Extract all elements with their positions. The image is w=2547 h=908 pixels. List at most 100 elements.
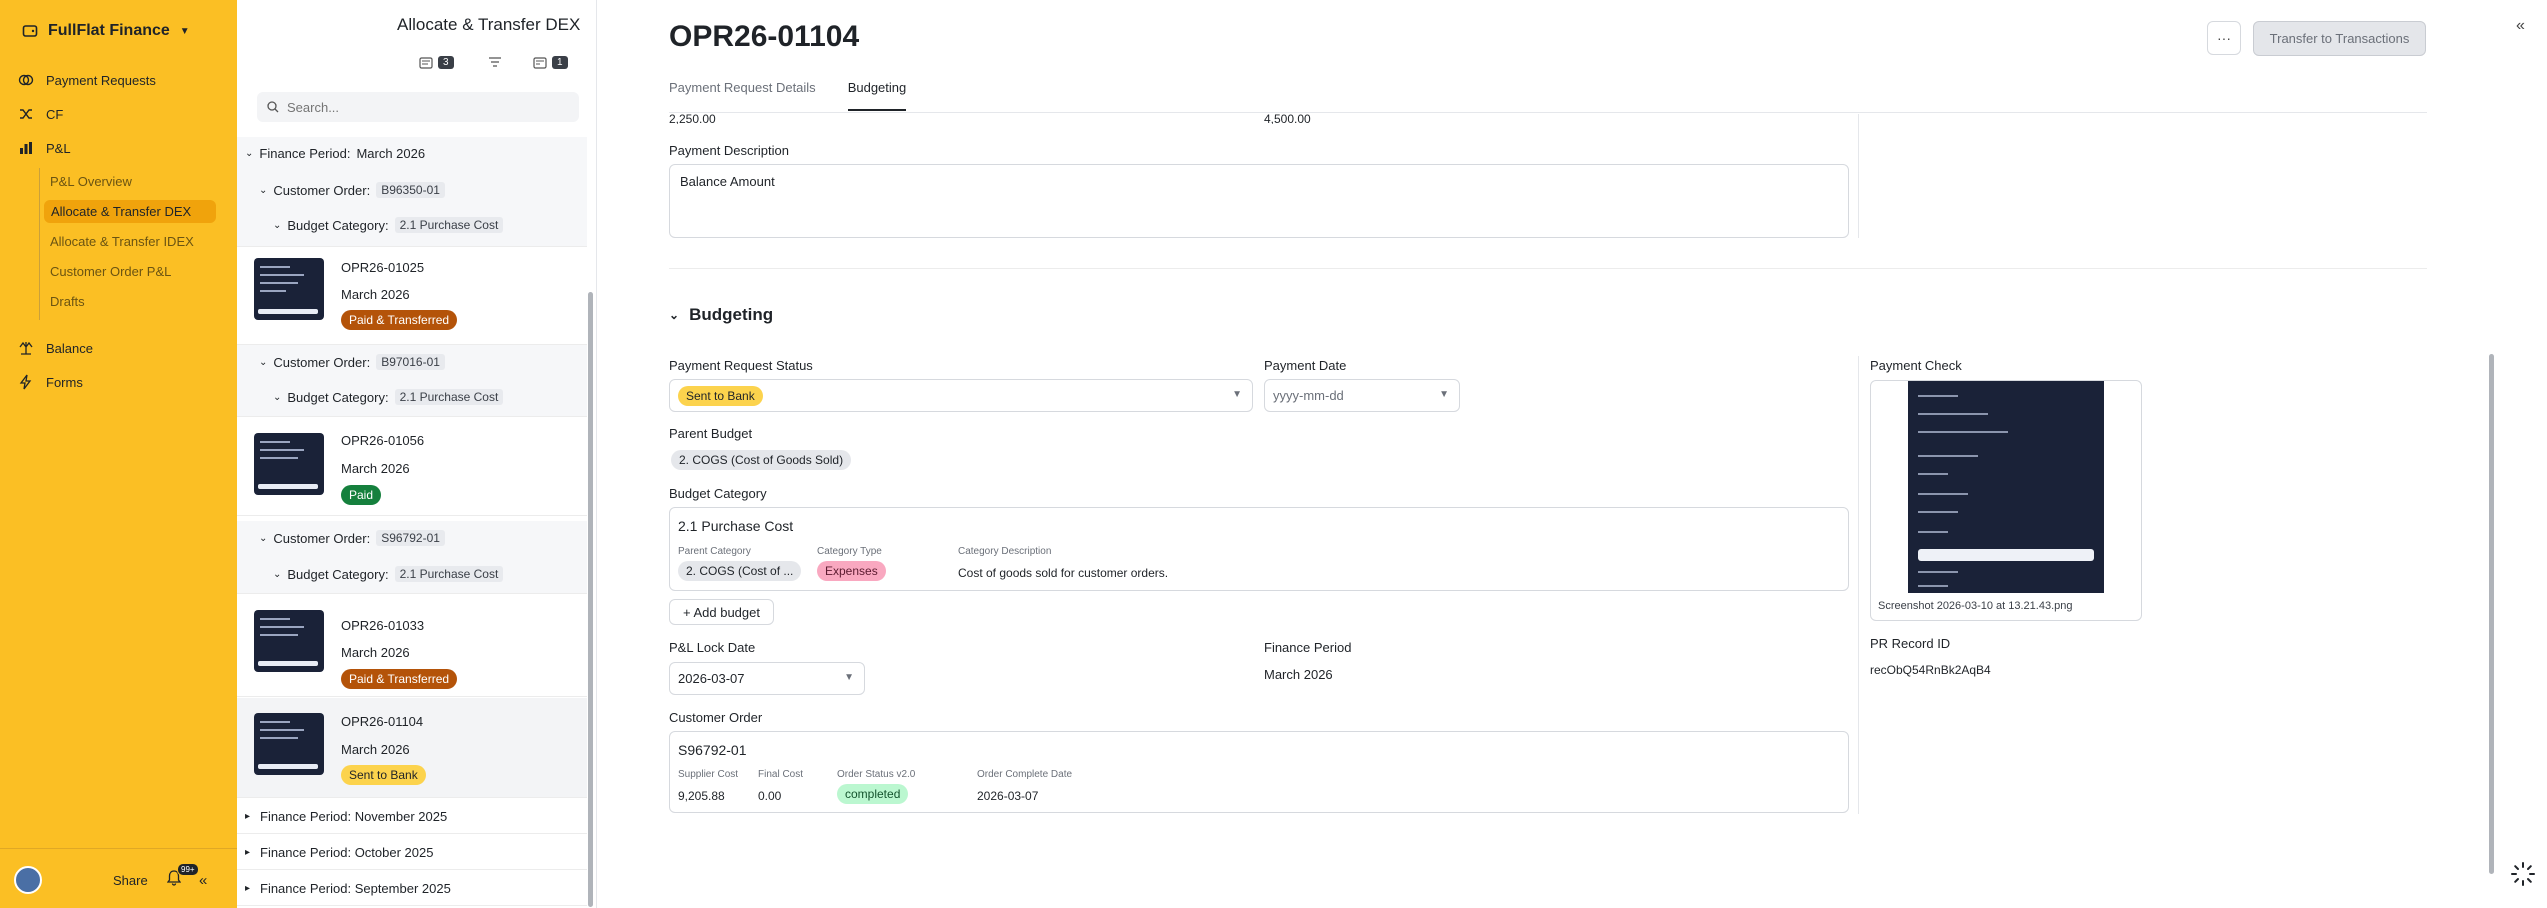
subnav-customer-order-pl[interactable]: Customer Order P&L — [50, 264, 171, 279]
customer-order-card[interactable]: S96792-01 Supplier Cost 9,205.88 Final C… — [669, 731, 1849, 813]
category-description: Cost of goods sold for customer orders. — [958, 566, 1169, 580]
group-budget-category[interactable]: ⌄ Budget Category: 2.1 Purchase Cost — [273, 217, 504, 233]
record-id: OPR26-01033 — [341, 618, 425, 633]
list-item[interactable]: OPR26-01033 March 2026 Paid & Transferre… — [237, 594, 587, 697]
subnav-allocate-transfer-dex[interactable]: Allocate & Transfer DEX — [44, 200, 216, 223]
page-title: OPR26-01104 — [669, 20, 860, 53]
section-divider — [669, 268, 2427, 269]
group-by-control[interactable]: 3 — [419, 56, 454, 69]
collapse-sidebar-icon[interactable]: « — [199, 872, 207, 889]
search-input[interactable] — [287, 99, 547, 115]
group-finance-period-collapsed[interactable]: ▸ Finance Period: November 2025 — [237, 798, 587, 834]
group-budget-category[interactable]: ⌄ Budget Category: 2.1 Purchase Cost — [273, 389, 504, 405]
record-date: March 2026 — [341, 287, 410, 302]
attachment-thumbnail — [254, 610, 324, 672]
payment-check-attachment[interactable]: Screenshot 2026-03-10 at 13.21.43.png — [1870, 380, 2142, 621]
final-cost-label: Final Cost — [758, 769, 804, 780]
chevron-down-icon: ▼ — [1232, 389, 1242, 400]
supplier-cost-value: 9,205.88 — [678, 789, 725, 803]
section-budgeting-header[interactable]: ⌄ Budgeting — [669, 305, 773, 325]
group-label: Finance Period: — [260, 845, 352, 860]
plus-icon: + — [682, 604, 691, 620]
list-item[interactable]: OPR26-01056 March 2026 Paid — [237, 418, 587, 516]
list-item-selected[interactable]: OPR26-01104 March 2026 Sent to Bank — [237, 698, 587, 798]
list-item[interactable]: OPR26-01025 March 2026 Paid & Transferre… — [237, 247, 587, 345]
budget-category-title: 2.1 Purchase Cost — [678, 518, 794, 534]
nav-pl[interactable]: P&L — [18, 140, 71, 156]
pr-record-id-label: PR Record ID — [1870, 636, 1951, 651]
pr-record-id-value: recObQ54RnBk2AqB4 — [1870, 663, 1991, 677]
detail-scrollbar[interactable] — [2489, 354, 2494, 874]
final-cost-value: 0.00 — [758, 789, 782, 803]
sort-control[interactable]: 1 — [533, 56, 568, 69]
record-id: OPR26-01104 — [341, 714, 424, 729]
subnav-drafts[interactable]: Drafts — [50, 294, 85, 309]
group-label: Finance Period: — [260, 809, 352, 824]
lightning-icon — [19, 374, 32, 390]
chevron-down-icon: ⌄ — [245, 148, 254, 159]
tab-budgeting[interactable]: Budgeting — [847, 80, 907, 111]
add-budget-label: Add budget — [693, 604, 760, 620]
nav-forms[interactable]: Forms — [18, 374, 83, 390]
group-customer-order[interactable]: ⌄ Customer Order: B97016-01 — [259, 354, 445, 370]
subnav-pl-overview[interactable]: P&L Overview — [50, 174, 132, 189]
payment-description-label: Payment Description — [669, 143, 789, 158]
record-date: March 2026 — [341, 461, 410, 476]
pl-lock-date-value: 2026-03-07 — [678, 671, 745, 686]
submenu-rail — [39, 168, 40, 320]
group-value: November 2025 — [354, 809, 448, 824]
loading-spinner-icon — [2509, 860, 2537, 891]
column-divider — [1858, 356, 1859, 814]
group-finance-period[interactable]: ⌄ Finance Period: March 2026 — [245, 146, 425, 161]
nav-payment-requests[interactable]: Payment Requests — [18, 72, 156, 88]
group-value: October 2025 — [354, 845, 434, 860]
group-value-chip: 2.1 Purchase Cost — [394, 566, 504, 582]
pl-lock-date-label: P&L Lock Date — [669, 640, 756, 655]
group-finance-period-collapsed[interactable]: ▸ Finance Period: September 2025 — [237, 870, 587, 906]
tab-divider — [669, 112, 2427, 113]
avatar[interactable] — [14, 866, 42, 894]
payment-date-label: Payment Date — [1264, 358, 1347, 373]
group-finance-period-collapsed[interactable]: ▸ Finance Period: October 2025 — [237, 834, 587, 870]
filter-button[interactable] — [488, 56, 502, 68]
transfer-to-transactions-button[interactable]: Transfer to Transactions — [2253, 21, 2426, 56]
group-value: March 2026 — [356, 146, 426, 161]
group-value-chip: 2.1 Purchase Cost — [394, 217, 504, 233]
chevron-down-icon: ⌄ — [273, 568, 282, 580]
wallet-icon — [22, 25, 38, 37]
parent-category-chip: 2. COGS (Cost of ... — [678, 561, 802, 581]
status-badge: Paid & Transferred — [341, 310, 458, 330]
attachment-thumbnail — [254, 258, 324, 320]
payment-description-field[interactable]: Balance Amount — [669, 164, 1849, 238]
group-header-block: ⌄ Customer Order: B97016-01 ⌄ Budget Cat… — [237, 345, 587, 417]
supplier-cost-label: Supplier Cost — [678, 769, 739, 780]
sort-icon — [533, 56, 547, 69]
sidebar: FullFlat Finance ▼ Payment Requests CF P… — [0, 0, 237, 908]
group-customer-order[interactable]: ⌄ Customer Order: S96792-01 — [259, 530, 445, 546]
payment-request-status-select[interactable]: Sent to Bank ▼ — [669, 379, 1253, 412]
budget-category-card[interactable]: 2.1 Purchase Cost Parent Category 2. COG… — [669, 507, 1849, 591]
group-budget-category[interactable]: ⌄ Budget Category: 2.1 Purchase Cost — [273, 566, 504, 582]
payment-date-picker[interactable]: yyyy-mm-dd ▼ — [1264, 379, 1460, 412]
search-box[interactable] — [257, 92, 579, 122]
subnav-allocate-transfer-idex[interactable]: Allocate & Transfer IDEX — [50, 234, 194, 249]
workspace-switcher[interactable]: FullFlat Finance ▼ — [22, 22, 190, 40]
nav-balance[interactable]: Balance — [18, 340, 93, 356]
parent-category-label: Parent Category — [678, 546, 751, 557]
category-description-label: Category Description — [958, 546, 1052, 557]
order-complete-date-label: Order Complete Date — [977, 769, 1073, 780]
pl-lock-date-picker[interactable]: 2026-03-07 ▼ — [669, 662, 865, 695]
nav-cf[interactable]: CF — [18, 106, 63, 122]
chevron-down-icon: ⌄ — [669, 308, 680, 322]
collapse-panel-icon[interactable]: « — [2516, 17, 2525, 35]
add-budget-button[interactable]: + Add budget — [669, 599, 774, 625]
tab-payment-request-details[interactable]: Payment Request Details — [669, 80, 816, 111]
list-scrollbar[interactable] — [588, 292, 593, 907]
group-customer-order[interactable]: ⌄ Customer Order: B96350-01 — [259, 182, 445, 198]
parent-budget-chip[interactable]: 2. COGS (Cost of Goods Sold) — [671, 450, 852, 470]
share-button[interactable]: Share — [113, 873, 148, 888]
more-actions-button[interactable]: ··· — [2207, 21, 2241, 55]
record-date: March 2026 — [341, 645, 410, 660]
chevron-down-icon: ⌄ — [259, 184, 268, 196]
group-label: Finance Period: — [259, 146, 351, 161]
